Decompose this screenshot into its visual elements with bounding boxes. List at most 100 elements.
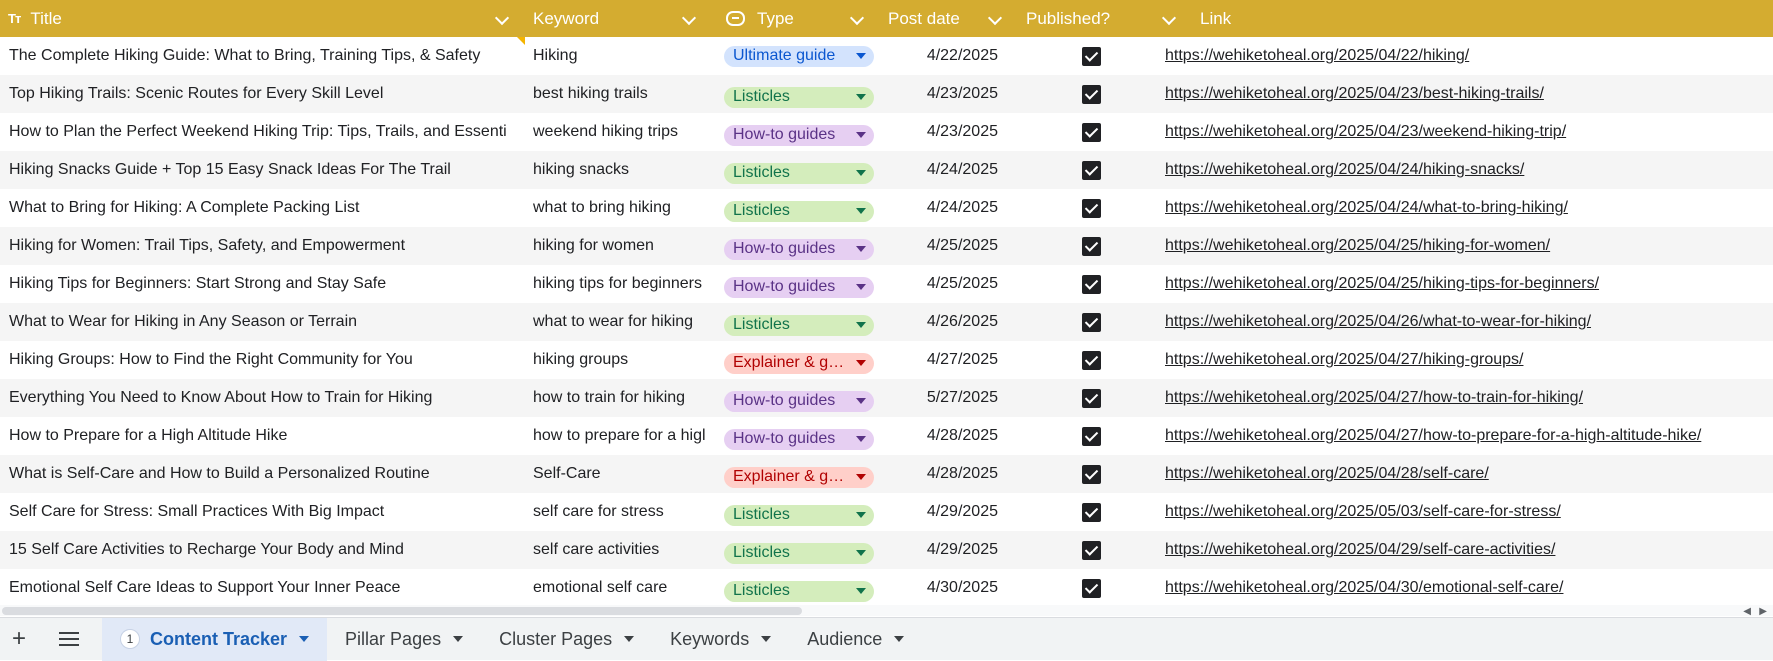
dropdown-arrow-icon[interactable] [856, 322, 866, 328]
cell-published[interactable] [1018, 151, 1165, 189]
cell-published[interactable] [1018, 569, 1165, 607]
cell-post-date[interactable]: 4/30/2025 [880, 569, 1018, 607]
table-row[interactable]: How to Prepare for a High Altitude Hike h… [0, 417, 1773, 455]
cell-post-date[interactable]: 4/28/2025 [880, 417, 1018, 455]
column-header-type[interactable]: Type [712, 0, 880, 37]
dropdown-arrow-icon[interactable] [856, 436, 866, 442]
cell-type[interactable]: Ultimate guide [712, 37, 880, 75]
table-row[interactable]: Hiking Snacks Guide + Top 15 Easy Snack … [0, 151, 1773, 189]
published-checkbox[interactable] [1082, 540, 1101, 560]
cell-keyword[interactable]: hiking for women [525, 227, 712, 265]
cell-published[interactable] [1018, 227, 1165, 265]
dropdown-arrow-icon[interactable] [856, 512, 866, 518]
dropdown-arrow-icon[interactable] [856, 170, 866, 176]
column-header-published[interactable]: Published? [1018, 0, 1192, 37]
sheet-tab[interactable]: Pillar Pages [327, 618, 481, 661]
cell-title[interactable]: Self Care for Stress: Small Practices Wi… [0, 493, 525, 531]
link-url[interactable]: https://wehiketoheal.org/2025/04/24/hiki… [1165, 161, 1524, 179]
type-chip[interactable]: How-to guides [724, 428, 874, 450]
dropdown-arrow-icon[interactable] [856, 208, 866, 214]
cell-title[interactable]: The Complete Hiking Guide: What to Bring… [0, 37, 525, 75]
cell-link[interactable]: https://wehiketoheal.org/2025/04/30/emot… [1165, 569, 1773, 607]
cell-title[interactable]: Hiking Groups: How to Find the Right Com… [0, 341, 525, 379]
published-checkbox[interactable] [1082, 350, 1101, 370]
cell-published[interactable] [1018, 189, 1165, 227]
cell-type[interactable]: How-to guides [712, 227, 880, 265]
cell-title[interactable]: Top Hiking Trails: Scenic Routes for Eve… [0, 75, 525, 113]
column-header-link[interactable]: Link [1192, 0, 1773, 37]
type-chip[interactable]: Explainer & gu… [724, 466, 874, 488]
cell-link[interactable]: https://wehiketoheal.org/2025/04/23/best… [1165, 75, 1773, 113]
cell-keyword[interactable]: hiking tips for beginners [525, 265, 712, 303]
link-url[interactable]: https://wehiketoheal.org/2025/04/30/emot… [1165, 579, 1563, 597]
cell-published[interactable] [1018, 265, 1165, 303]
type-chip[interactable]: Listicles [724, 162, 874, 184]
cell-published[interactable] [1018, 113, 1165, 151]
cell-title[interactable]: Everything You Need to Know About How to… [0, 379, 525, 417]
cell-link[interactable]: https://wehiketoheal.org/2025/04/27/how-… [1165, 417, 1773, 455]
cell-published[interactable] [1018, 417, 1165, 455]
cell-keyword[interactable]: what to bring hiking [525, 189, 712, 227]
cell-type[interactable]: Listicles [712, 189, 880, 227]
table-row[interactable]: What to Bring for Hiking: A Complete Pac… [0, 189, 1773, 227]
comment-indicator-icon[interactable] [517, 37, 525, 45]
cell-post-date[interactable]: 4/27/2025 [880, 341, 1018, 379]
published-checkbox[interactable] [1082, 198, 1101, 218]
cell-keyword[interactable]: hiking groups [525, 341, 712, 379]
cell-published[interactable] [1018, 341, 1165, 379]
chevron-down-icon[interactable] [1161, 10, 1177, 26]
cell-link[interactable]: https://wehiketoheal.org/2025/04/25/hiki… [1165, 265, 1773, 303]
chevron-down-icon[interactable] [849, 10, 865, 26]
cell-keyword[interactable]: hiking snacks [525, 151, 712, 189]
cell-post-date[interactable]: 4/22/2025 [880, 37, 1018, 75]
table-row[interactable]: Everything You Need to Know About How to… [0, 379, 1773, 417]
cell-type[interactable]: Explainer & gu… [712, 455, 880, 493]
cell-type[interactable]: Listicles [712, 151, 880, 189]
cell-keyword[interactable]: emotional self care [525, 569, 712, 607]
scrollbar-thumb[interactable] [2, 607, 802, 615]
column-header-title[interactable]: Tт Title [0, 0, 525, 37]
cell-published[interactable] [1018, 531, 1165, 569]
table-row[interactable]: The Complete Hiking Guide: What to Bring… [0, 37, 1773, 75]
tab-menu-arrow-icon[interactable] [624, 636, 635, 642]
horizontal-scrollbar[interactable]: ◀ ▶ [0, 605, 1773, 616]
cell-title[interactable]: Emotional Self Care Ideas to Support You… [0, 569, 525, 607]
cell-post-date[interactable]: 4/24/2025 [880, 151, 1018, 189]
link-url[interactable]: https://wehiketoheal.org/2025/04/25/hiki… [1165, 237, 1550, 255]
cell-keyword[interactable]: Self-Care [525, 455, 712, 493]
type-chip[interactable]: Listicles [724, 314, 874, 336]
link-url[interactable]: https://wehiketoheal.org/2025/04/27/how-… [1165, 427, 1701, 445]
table-row[interactable]: What is Self-Care and How to Build a Per… [0, 455, 1773, 493]
scroll-left-icon[interactable]: ◀ [1743, 606, 1751, 616]
link-url[interactable]: https://wehiketoheal.org/2025/05/03/self… [1165, 503, 1561, 521]
cell-post-date[interactable]: 4/23/2025 [880, 75, 1018, 113]
tab-menu-arrow-icon[interactable] [299, 636, 310, 642]
link-url[interactable]: https://wehiketoheal.org/2025/04/22/hiki… [1165, 47, 1469, 65]
type-chip[interactable]: Explainer & g… [724, 352, 874, 374]
dropdown-arrow-icon[interactable] [856, 474, 866, 480]
type-chip[interactable]: How-to guides [724, 390, 874, 412]
cell-link[interactable]: https://wehiketoheal.org/2025/04/23/week… [1165, 113, 1773, 151]
dropdown-arrow-icon[interactable] [856, 53, 866, 59]
sheet-tab[interactable]: Cluster Pages [481, 618, 652, 661]
cell-post-date[interactable]: 4/29/2025 [880, 531, 1018, 569]
type-chip[interactable]: Listicles [724, 200, 874, 222]
published-checkbox[interactable] [1082, 388, 1101, 408]
cell-post-date[interactable]: 4/25/2025 [880, 265, 1018, 303]
cell-title[interactable]: Hiking Snacks Guide + Top 15 Easy Snack … [0, 151, 525, 189]
type-chip[interactable]: Listicles [724, 580, 874, 602]
cell-type[interactable]: Listicles [712, 531, 880, 569]
cell-title[interactable]: Hiking Tips for Beginners: Start Strong … [0, 265, 525, 303]
cell-post-date[interactable]: 5/27/2025 [880, 379, 1018, 417]
cell-type[interactable]: Listicles [712, 303, 880, 341]
cell-title[interactable]: How to Plan the Perfect Weekend Hiking T… [0, 113, 525, 151]
published-checkbox[interactable] [1082, 426, 1101, 446]
chevron-down-icon[interactable] [987, 10, 1003, 26]
cell-keyword[interactable]: self care activities [525, 531, 712, 569]
cell-post-date[interactable]: 4/28/2025 [880, 455, 1018, 493]
published-checkbox[interactable] [1082, 274, 1101, 294]
dropdown-arrow-icon[interactable] [856, 284, 866, 290]
sheet-tab[interactable]: Audience [789, 618, 922, 661]
table-row[interactable]: 15 Self Care Activities to Recharge Your… [0, 531, 1773, 569]
cell-post-date[interactable]: 4/29/2025 [880, 493, 1018, 531]
